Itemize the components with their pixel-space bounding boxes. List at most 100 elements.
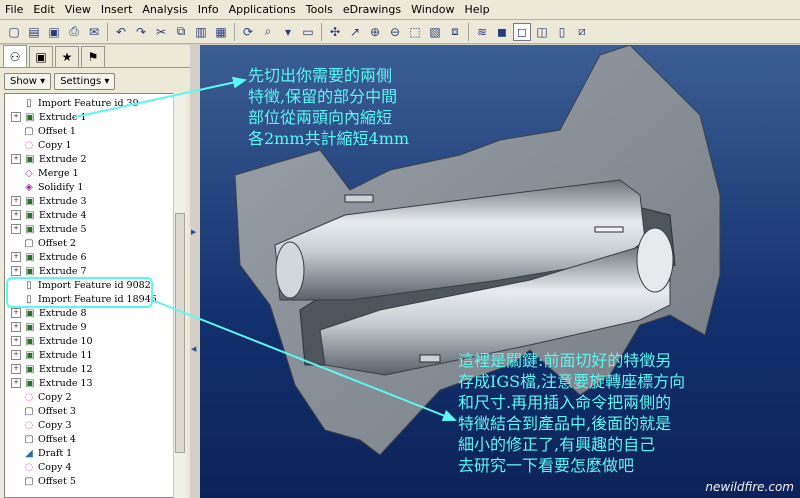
tree-item[interactable]: ▢ Offset 5 (5, 474, 76, 488)
tree-item[interactable]: ▯ Import Feature id 9082 (5, 278, 151, 292)
print-icon[interactable]: ⎙ (66, 24, 82, 40)
tree-item[interactable]: ◌ Copy 2 (5, 390, 72, 404)
expand-icon[interactable]: + (11, 252, 21, 262)
tree-item[interactable]: + ▣ Extrude 9 (5, 320, 87, 334)
menu-window[interactable]: Window (406, 0, 459, 19)
menu-view[interactable]: View (60, 0, 96, 19)
expand-icon[interactable]: + (11, 336, 21, 346)
menu-file[interactable]: File (0, 0, 28, 19)
tree-item[interactable]: + ▣ Extrude 7 (5, 264, 87, 278)
collapse-arrow-icon[interactable]: ◀ (191, 345, 196, 353)
orient-icon[interactable]: ↗ (347, 24, 363, 40)
expand-icon[interactable]: + (11, 308, 21, 318)
tree-item[interactable]: + ▣ Extrude 10 (5, 334, 93, 348)
select-filter-icon[interactable]: ▾ (280, 24, 296, 40)
tree-item[interactable]: + ▣ Extrude 2 (5, 152, 87, 166)
tree-item[interactable]: ◇ Merge 1 (5, 166, 79, 180)
panel-splitter[interactable]: ▶ ◀ (190, 45, 200, 498)
toolbar-separator (107, 22, 108, 41)
open-icon[interactable]: ▤ (26, 24, 42, 40)
tree-item[interactable]: ▢ Offset 1 (5, 124, 76, 138)
new-icon[interactable]: ▢ (6, 24, 22, 40)
expand-icon[interactable]: + (11, 112, 21, 122)
refit-icon[interactable]: ⬚ (407, 24, 423, 40)
view-manager-icon[interactable]: ▧ (427, 24, 443, 40)
undo-icon[interactable]: ↶ (113, 24, 129, 40)
menu-analysis[interactable]: Analysis (137, 0, 192, 19)
menu-info[interactable]: Info (193, 0, 224, 19)
no-hidden-icon[interactable]: ▯ (554, 24, 570, 40)
expand-icon[interactable]: + (11, 322, 21, 332)
menu-applications[interactable]: Applications (224, 0, 301, 19)
expand-icon[interactable]: + (11, 350, 21, 360)
paste-special-icon[interactable]: ▦ (213, 24, 229, 40)
expand-icon[interactable]: + (11, 210, 21, 220)
graphics-window[interactable]: 先切出你需要的兩側 特徵,保留的部分中間 部位從兩頭向內縮短 各2mm共計縮短4… (200, 45, 800, 498)
tree-item[interactable]: + ▣ Extrude 3 (5, 194, 87, 208)
annotation-line: 各2mm共計縮短4mm (248, 129, 410, 148)
tree-item[interactable]: + ▣ Extrude 12 (5, 362, 93, 376)
expand-icon[interactable]: + (11, 154, 21, 164)
tree-item[interactable]: + ▣ Extrude 6 (5, 250, 87, 264)
save-icon[interactable]: ▣ (46, 24, 62, 40)
tree-item[interactable]: ◌ Copy 4 (5, 460, 72, 474)
menu-edrawings[interactable]: eDrawings (338, 0, 406, 19)
model-tree: ▯ Import Feature id 39 + ▣ Extrude 1 ▢ Offset … (4, 93, 174, 498)
saved-views-icon[interactable]: ⧈ (447, 24, 463, 40)
folder-browser-tab[interactable]: ▣ (29, 46, 53, 67)
tree-item[interactable]: + ▣ Extrude 13 (5, 376, 93, 390)
shading-icon[interactable]: ◼ (494, 24, 510, 40)
tree-item-label: Copy 2 (38, 391, 72, 403)
tree-item[interactable]: ◌ Copy 3 (5, 418, 72, 432)
tree-item[interactable]: + ▣ Extrude 11 (5, 348, 93, 362)
datum-planes-icon[interactable]: ⧄ (574, 24, 590, 40)
expand-icon[interactable]: + (11, 224, 21, 234)
extrude-feature-icon: ▣ (25, 307, 35, 319)
find-icon[interactable]: ⌕ (260, 24, 276, 40)
menu-tools[interactable]: Tools (301, 0, 338, 19)
expand-icon[interactable]: + (11, 266, 21, 276)
settings-button[interactable]: Settings ▾ (54, 72, 116, 90)
expand-icon[interactable]: + (11, 196, 21, 206)
tree-item[interactable]: ◢ Draft 1 (5, 446, 72, 460)
menu-help[interactable]: Help (460, 0, 495, 19)
collapse-arrow-icon[interactable]: ▶ (191, 228, 196, 236)
email-icon[interactable]: ✉ (86, 24, 102, 40)
tree-item[interactable]: ▯ Import Feature id 18946 (5, 292, 157, 306)
repaint-icon[interactable]: ▭ (300, 24, 316, 40)
tree-item[interactable]: + ▣ Extrude 5 (5, 222, 87, 236)
hidden-line-icon[interactable]: ◫ (534, 24, 550, 40)
tree-item[interactable]: + ▣ Extrude 4 (5, 208, 87, 222)
tree-item[interactable]: + ▣ Extrude 8 (5, 306, 87, 320)
tree-item[interactable]: + ▣ Extrude 1 (5, 110, 87, 124)
redo-icon[interactable]: ↷ (133, 24, 149, 40)
tree-item[interactable]: ▯ Import Feature id 39 (5, 96, 138, 110)
copy-icon[interactable]: ⧉ (173, 24, 189, 40)
extrude-feature-icon: ▣ (25, 195, 35, 207)
model-tree-tab[interactable]: ⚇ (3, 45, 27, 67)
show-button[interactable]: Show ▾ (4, 72, 52, 90)
spin-center-icon[interactable]: ✣ (327, 24, 343, 40)
tree-item[interactable]: ▢ Offset 4 (5, 432, 76, 446)
menu-insert[interactable]: Insert (96, 0, 138, 19)
annotation-line: 去研究一下看要怎麼做吧 (458, 456, 635, 475)
tree-item[interactable]: ▢ Offset 3 (5, 404, 76, 418)
layers-icon[interactable]: ≋ (474, 24, 490, 40)
tree-scrollbar[interactable] (173, 93, 186, 498)
connections-tab[interactable]: ⚑ (81, 46, 105, 67)
expand-icon[interactable]: + (11, 364, 21, 374)
tree-item-label: Copy 4 (38, 461, 72, 473)
expand-icon[interactable]: + (11, 378, 21, 388)
favorites-tab[interactable]: ★ (55, 46, 79, 67)
zoom-in-icon[interactable]: ⊕ (367, 24, 383, 40)
scrollbar-thumb[interactable] (175, 213, 185, 453)
zoom-out-icon[interactable]: ⊖ (387, 24, 403, 40)
menu-edit[interactable]: Edit (28, 0, 59, 19)
wireframe-icon[interactable]: ◻ (513, 22, 531, 41)
tree-item[interactable]: ◈ Solidify 1 (5, 180, 83, 194)
tree-item[interactable]: ◌ Copy 1 (5, 138, 72, 152)
paste-icon[interactable]: ▥ (193, 24, 209, 40)
regenerate-icon[interactable]: ⟳ (240, 24, 256, 40)
tree-item[interactable]: ▢ Offset 2 (5, 236, 76, 250)
cut-icon[interactable]: ✂ (153, 24, 169, 40)
